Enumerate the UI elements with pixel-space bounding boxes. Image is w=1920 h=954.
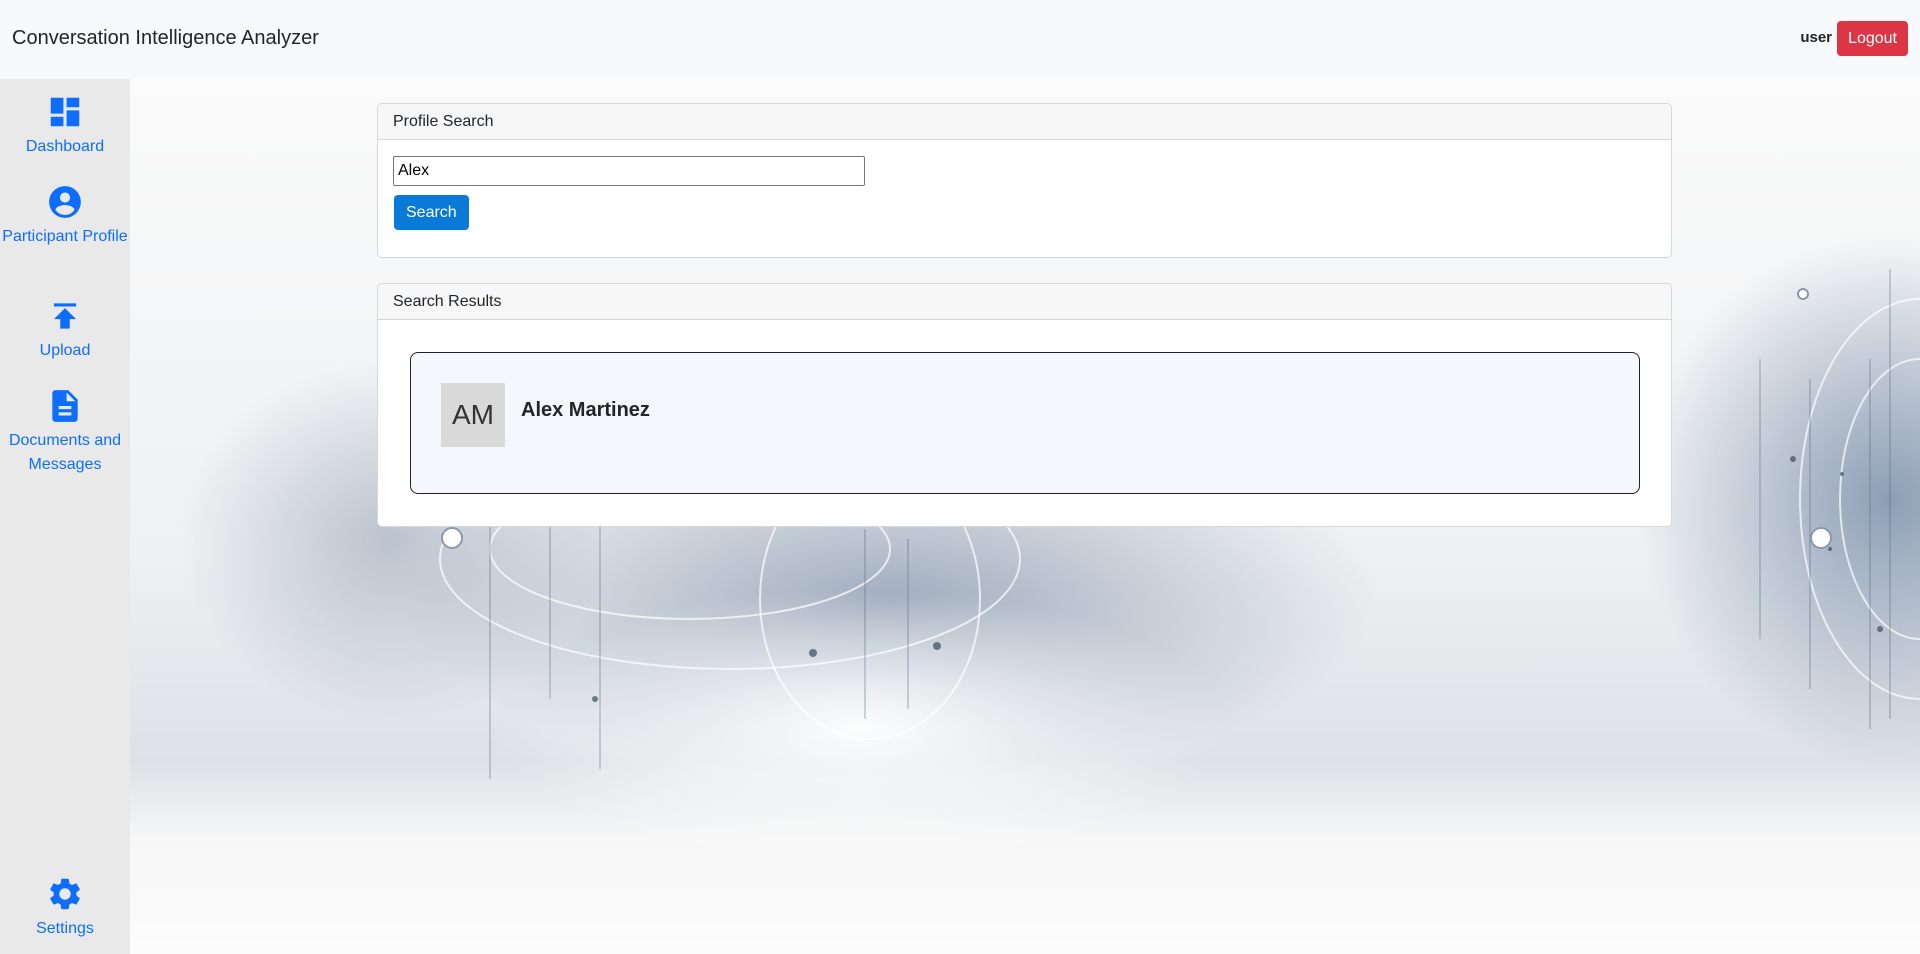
profile-search-input[interactable] — [393, 156, 865, 186]
sidebar-item-label: Settings — [36, 920, 94, 937]
sidebar: Dashboard Participant Profile Upload Doc… — [0, 79, 130, 954]
sidebar-item-label: Dashboard — [25, 138, 105, 155]
result-name: Alex Martinez — [521, 399, 650, 421]
profile-search-title: Profile Search — [378, 104, 1671, 140]
sidebar-item-upload[interactable]: Upload — [0, 297, 130, 363]
sidebar-item-label: Documents and Messages — [8, 432, 122, 473]
gear-icon — [50, 878, 80, 910]
sidebar-item-dashboard[interactable]: Dashboard — [0, 93, 130, 159]
search-button[interactable]: Search — [394, 195, 469, 230]
search-results-title: Search Results — [378, 284, 1671, 320]
sidebar-item-label: Participant Profile — [2, 228, 128, 245]
search-results-card: Search Results AM Alex Martinez — [377, 283, 1672, 527]
upload-icon — [53, 303, 77, 329]
sidebar-item-label: Upload — [39, 342, 91, 359]
account-circle-icon — [49, 186, 81, 218]
avatar: AM — [441, 383, 505, 447]
search-result-item[interactable]: AM Alex Martinez — [410, 352, 1640, 494]
sidebar-item-documents-messages[interactable]: Documents and Messages — [0, 387, 130, 477]
logout-button[interactable]: Logout — [1837, 21, 1908, 56]
sidebar-item-participant-profile[interactable]: Participant Profile — [0, 183, 130, 249]
app-title: Conversation Intelligence Analyzer — [12, 27, 319, 49]
main-content: Profile Search Search Search Results AM … — [130, 79, 1920, 954]
document-icon — [52, 390, 78, 422]
top-navbar: Conversation Intelligence Analyzer user … — [0, 0, 1920, 79]
dashboard-icon — [50, 97, 80, 127]
current-user-label: user — [1800, 29, 1832, 46]
profile-search-card: Profile Search Search — [377, 103, 1672, 258]
sidebar-item-settings[interactable]: Settings — [0, 875, 130, 941]
